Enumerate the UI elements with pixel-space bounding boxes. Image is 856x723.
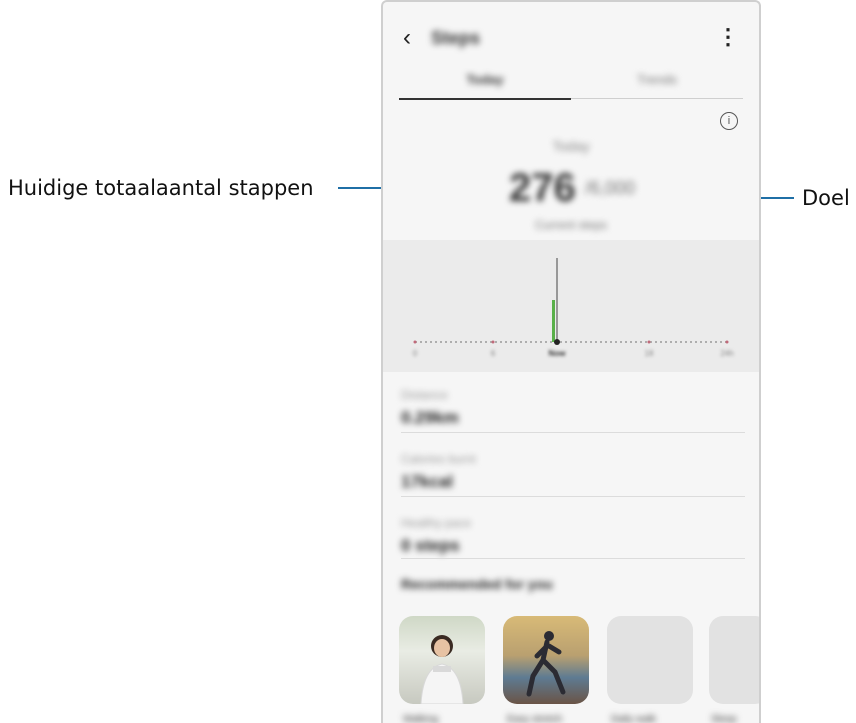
card-caption: Easy stretch [507,714,563,723]
stat-distance: Distance 0.29km [401,388,745,428]
recommended-heading: Recommended for you [401,576,553,592]
more-options-icon[interactable]: ⋮ [717,24,739,50]
chart-tick-label: 6 [491,349,496,358]
chart-tick-dot [491,340,495,344]
stat-label: Distance [401,388,448,402]
divider [401,432,745,433]
tab-trends[interactable]: Trends [571,72,743,87]
chart-tick-label: 0 [413,349,418,358]
chart-tick-label-now: Now [549,349,567,358]
recommendation-card-3[interactable] [607,616,693,704]
phone-screen: ‹ Steps ⋮ Today Trends i Today 276 /6,00… [381,0,761,723]
card-caption: Sleep [711,714,737,723]
page-title: Steps [431,28,481,48]
stat-value: 0.29km [401,408,459,427]
recommendation-card-walking[interactable] [399,616,485,704]
info-icon[interactable]: i [720,112,738,130]
app-bar: ‹ Steps ⋮ [383,20,759,56]
callout-goal: Doel [802,186,850,210]
tab-today[interactable]: Today [399,72,571,87]
tab-bar: Today Trends [399,68,743,100]
stat-calories: Calories burnt 17kcal [401,452,745,492]
date-label: Today [552,138,590,154]
chart-tick-dot [647,340,651,344]
active-tab-indicator [399,98,571,100]
recommendation-card-4[interactable] [709,616,759,704]
current-time-dot [554,339,560,345]
stat-label: Healthy pace [401,516,472,530]
back-arrow-icon[interactable]: ‹ [403,24,411,52]
tab-divider [571,98,743,99]
steps-chart: 0 6 Now 18 24h [383,240,759,372]
stat-healthy-pace: Healthy pace 0 steps [401,516,745,556]
chart-tick-label: 24h [720,349,733,358]
steps-chart-svg: 0 6 Now 18 24h [413,258,734,358]
steps-bar [552,300,555,342]
stat-value: 0 steps [401,536,460,555]
divider [401,496,745,497]
stat-value: 17kcal [401,472,453,491]
steps-goal: /6,000 [585,178,636,198]
chart-tick-label: 18 [645,349,654,358]
person-photo [420,635,464,704]
chart-tick-dot [413,340,417,344]
current-steps-count: 276 [509,166,576,210]
callout-current-total-steps: Huidige totaalaantal stappen [8,176,314,200]
steps-caption: Current steps [534,218,608,232]
card-caption: Walking [403,714,439,723]
stat-label: Calories burnt [401,452,476,466]
recommendation-card-stretch[interactable] [503,616,589,704]
chart-tick-dot [725,340,729,344]
divider [401,558,745,559]
card-caption: Daily walk [611,714,657,723]
runner-photo [526,631,566,697]
